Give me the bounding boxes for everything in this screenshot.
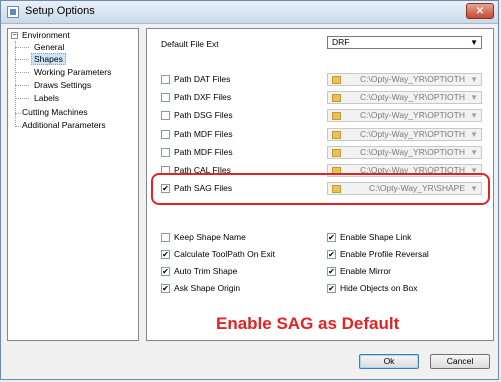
default-file-ext-label: Default File Ext: [161, 39, 219, 49]
option-label: Enable Mirror: [340, 266, 392, 276]
option-checkbox[interactable]: ✔: [327, 250, 336, 259]
path-dropdown[interactable]: C:\Opty-Way_YR\OPTIOTH ▼: [327, 128, 482, 141]
option-checkbox[interactable]: ✔: [161, 267, 170, 276]
tree-item-additional-parameters[interactable]: Additional Parameters: [20, 120, 108, 130]
annotation-callout: Enable SAG as Default: [216, 314, 400, 333]
path-dropdown[interactable]: C:\Opty-Way_YR\OPTIOTH ▼: [327, 146, 482, 159]
folder-icon: [332, 112, 341, 120]
dropdown-arrow-icon: ▼: [470, 130, 478, 139]
path-dropdown[interactable]: C:\Opty-Way_YR\OPTIOTH ▼: [327, 91, 482, 104]
tree-connector: [15, 72, 29, 73]
option-label: Calculate ToolPath On Exit: [174, 249, 275, 259]
tree-item-cutting-machines[interactable]: Cutting Machines: [20, 107, 90, 117]
dropdown-arrow-icon: ▼: [470, 93, 478, 102]
option-label: Enable Shape Link: [340, 232, 412, 242]
options-tree: − Environment General Shapes Working Par…: [7, 28, 139, 341]
option-checkbox[interactable]: ✔: [327, 233, 336, 242]
dropdown-arrow-icon: ▼: [470, 148, 478, 157]
window-title: Setup Options: [25, 5, 95, 17]
path-value: C:\Opty-Way_YR\OPTIOTH: [359, 92, 465, 102]
path-value: C:\Opty-Way_YR\OPTIOTH: [359, 110, 465, 120]
path-checkbox[interactable]: [161, 93, 170, 102]
path-dropdown[interactable]: C:\Opty-Way_YR\OPTIOTH ▼: [327, 73, 482, 86]
option-checkbox[interactable]: [161, 233, 170, 242]
path-label: Path DXF Files: [174, 92, 232, 102]
collapse-icon[interactable]: −: [11, 32, 18, 39]
path-checkbox[interactable]: [161, 148, 170, 157]
app-icon: [7, 6, 19, 18]
default-file-ext-dropdown[interactable]: DRF ▼: [327, 36, 482, 49]
close-button[interactable]: ✕: [466, 3, 494, 19]
tree-connector: [15, 98, 29, 99]
path-checkbox[interactable]: [161, 75, 170, 84]
tree-connector: [15, 59, 29, 60]
path-dropdown[interactable]: C:\Opty-Way_YR\OPTIOTH ▼: [327, 109, 482, 122]
folder-icon: [332, 149, 341, 157]
folder-icon: [332, 131, 341, 139]
folder-icon: [332, 94, 341, 102]
option-label: Enable Profile Reversal: [340, 249, 429, 259]
path-checkbox[interactable]: [161, 130, 170, 139]
ok-button[interactable]: Ok: [359, 354, 419, 369]
path-checkbox[interactable]: [161, 111, 170, 120]
path-value: C:\Opty-Way_YR\OPTIOTH: [359, 147, 465, 157]
highlight-box: [151, 173, 490, 205]
option-label: Auto Trim Shape: [174, 266, 238, 276]
tree-item-draws-settings[interactable]: Draws Settings: [32, 80, 93, 90]
cancel-button[interactable]: Cancel: [430, 354, 490, 369]
option-label: Hide Objects on Box: [340, 283, 418, 293]
tree-connector: [15, 47, 29, 48]
dropdown-arrow-icon: ▼: [470, 75, 478, 84]
path-value: C:\Opty-Way_YR\OPTIOTH: [359, 129, 465, 139]
option-checkbox[interactable]: ✔: [161, 284, 170, 293]
path-label: Path MDF Files: [174, 129, 233, 139]
option-checkbox[interactable]: ✔: [161, 250, 170, 259]
tree-connector: [15, 41, 16, 127]
dropdown-arrow-icon: ▼: [470, 111, 478, 120]
path-label: Path DSG Files: [174, 110, 233, 120]
option-checkbox[interactable]: ✔: [327, 267, 336, 276]
path-label: Path MDF Files: [174, 147, 233, 157]
tree-item-environment[interactable]: Environment: [20, 30, 72, 40]
option-label: Keep Shape Name: [174, 232, 246, 242]
option-label: Ask Shape Origin: [174, 283, 241, 293]
title-bar: Setup Options ✕: [1, 1, 498, 24]
tree-item-general[interactable]: General: [32, 42, 66, 52]
tree-item-working-parameters[interactable]: Working Parameters: [32, 67, 113, 77]
tree-item-shapes[interactable]: Shapes: [31, 53, 66, 65]
option-checkbox[interactable]: ✔: [327, 284, 336, 293]
path-label: Path DAT Files: [174, 74, 231, 84]
path-value: C:\Opty-Way_YR\OPTIOTH: [359, 74, 465, 84]
default-file-ext-value: DRF: [332, 37, 350, 47]
dropdown-arrow-icon: ▼: [470, 38, 478, 47]
tree-item-labels[interactable]: Labels: [32, 93, 61, 103]
folder-icon: [332, 76, 341, 84]
tree-connector: [15, 85, 29, 86]
